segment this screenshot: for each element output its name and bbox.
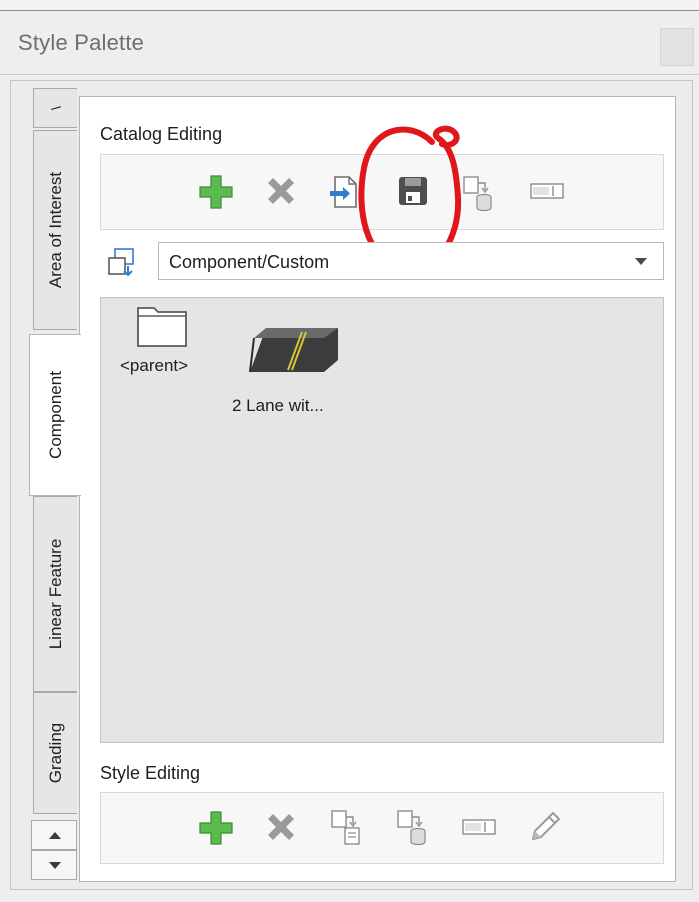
window-title: Style Palette (18, 30, 145, 55)
arrow-up-icon (49, 832, 61, 839)
tab-hidden-partial[interactable]: \ (33, 88, 77, 128)
chevron-down-icon (635, 258, 647, 265)
delete-icon[interactable] (263, 173, 299, 209)
delete-icon[interactable] (263, 809, 299, 845)
copy-to-icon[interactable] (395, 807, 429, 847)
browser-item-label: <parent> (120, 356, 189, 375)
catalog-editing-label: Catalog Editing (100, 124, 223, 144)
folder-icon (137, 307, 187, 347)
tab-label: Linear Feature (45, 538, 65, 650)
edit-pencil-icon[interactable] (525, 807, 565, 847)
style-editing-toolbar (100, 792, 664, 864)
tab-area-of-interest[interactable]: Area of Interest (33, 130, 77, 330)
browser-item-label: 2 Lane wit... (232, 396, 324, 415)
tab-grading[interactable]: Grading (33, 692, 77, 814)
path-dropdown[interactable]: Component/Custom (158, 242, 664, 280)
duplicate-icon[interactable] (329, 807, 365, 847)
tab-label: Grading (45, 722, 65, 784)
browser-item-parent[interactable]: <parent> (116, 300, 228, 388)
arrow-down-icon (49, 862, 61, 869)
style-editing-label: Style Editing (100, 763, 201, 783)
folder-browse-icon[interactable] (106, 246, 138, 278)
window-top-edge (0, 0, 699, 11)
title-separator (0, 74, 699, 75)
path-dropdown-value: Component/Custom (169, 252, 330, 272)
rename-icon[interactable] (461, 817, 497, 837)
add-icon[interactable] (197, 173, 235, 211)
tab-component[interactable]: Component (29, 334, 81, 496)
window-menu-button[interactable] (660, 28, 694, 66)
add-icon[interactable] (197, 809, 235, 847)
browser-item-road[interactable]: 2 Lane wit... (228, 316, 358, 426)
tabs-scroll-up-button[interactable] (31, 820, 77, 850)
rename-icon[interactable] (529, 181, 565, 201)
tab-label: Area of Interest (45, 171, 65, 289)
tab-label: Component (45, 371, 65, 459)
road-thumbnail-icon (249, 328, 338, 373)
tabs-scroll-down-button[interactable] (31, 850, 77, 880)
tab-linear-feature[interactable]: Linear Feature (33, 496, 77, 692)
